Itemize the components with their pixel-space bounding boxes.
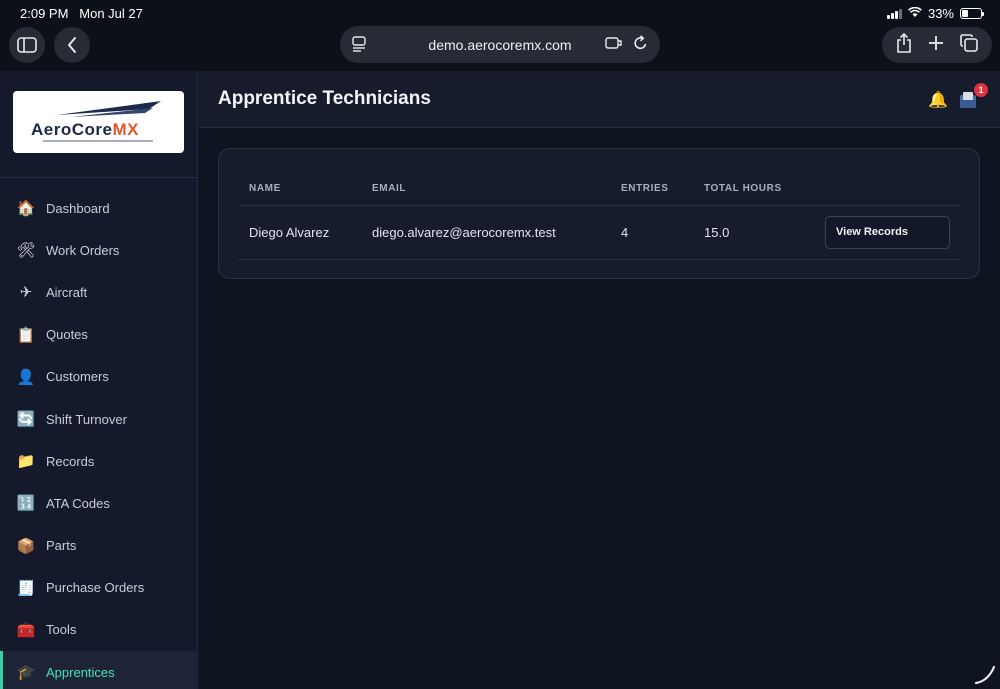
apprentices-table: NAME EMAIL ENTRIES TOTAL HOURS Diego Alv… [239, 173, 960, 260]
sidebar-item-customers[interactable]: 👤 Customers [0, 356, 198, 398]
cycle-icon: 🔄 [16, 411, 36, 429]
sidebar-item-work-orders[interactable]: 🛠 Work Orders [0, 229, 198, 271]
sidebar-item-label: Shift Turnover [46, 411, 127, 427]
sidebar-item-purchase-orders[interactable]: 🧾 Purchase Orders [0, 567, 198, 609]
clipboard-icon: 📋 [16, 326, 36, 344]
sidebar-item-label: Purchase Orders [46, 580, 145, 596]
page-title: Apprentice Technicians [218, 88, 431, 109]
sidebar-item-label: Records [46, 453, 95, 469]
toolbox-icon: 🧰 [16, 621, 36, 639]
svg-text:AeroCoreMX: AeroCoreMX [31, 120, 139, 139]
browser-actions [882, 27, 992, 63]
corner-resize-icon[interactable] [974, 663, 996, 685]
url-text: demo.aerocoremx.com [428, 36, 572, 53]
page-menu-icon[interactable] [352, 36, 366, 57]
main-content: NAME EMAIL ENTRIES TOTAL HOURS Diego Alv… [199, 128, 1000, 689]
numbers-icon: 🔢 [16, 495, 36, 513]
status-bar: 2:09 PM Mon Jul 27 33% [0, 0, 1000, 26]
sidebar-item-label: Parts [46, 538, 77, 554]
sidebar-item-apprentices[interactable]: 🎓 Apprentices [0, 651, 198, 689]
sidebar-item-aircraft[interactable]: ✈ Aircraft [0, 271, 198, 313]
browser-toolbar: demo.aerocoremx.com [0, 26, 1000, 71]
sidebar-item-tools[interactable]: 🧰 Tools [0, 609, 198, 651]
package-icon: 📦 [16, 537, 36, 555]
cell-name: Diego Alvarez [239, 205, 362, 260]
house-icon: 🏠 [16, 200, 36, 218]
sidebar-item-label: ATA Codes [46, 495, 110, 511]
sidebar-item-ata-codes[interactable]: 🔢 ATA Codes [0, 482, 198, 524]
extensions-icon[interactable] [605, 35, 623, 56]
cell-email: diego.alvarez@aerocoremx.test [362, 205, 611, 260]
tabs-icon[interactable] [960, 33, 978, 57]
cell-total-hours: 15.0 [694, 205, 815, 260]
share-icon[interactable] [896, 32, 912, 58]
sidebar-item-label: Quotes [46, 327, 88, 343]
person-icon: 👤 [16, 368, 36, 386]
view-records-button[interactable]: View Records [825, 215, 950, 249]
battery-icon [960, 8, 984, 19]
bell-icon[interactable]: 🔔 [928, 90, 948, 110]
receipt-icon: 🧾 [16, 579, 36, 597]
sidebar-divider [0, 177, 198, 178]
column-header-actions [815, 173, 960, 206]
back-button[interactable] [54, 27, 90, 63]
column-header-entries: ENTRIES [611, 173, 694, 206]
address-bar[interactable]: demo.aerocoremx.com [340, 26, 660, 63]
table-row: Diego Alvarez diego.alvarez@aerocoremx.t… [239, 205, 960, 260]
status-time: 2:09 PM Mon Jul 27 [20, 6, 143, 21]
signal-icon [886, 8, 902, 19]
column-header-email: EMAIL [362, 173, 611, 206]
back-icon [68, 37, 76, 53]
cell-entries: 4 [611, 205, 694, 260]
page-header: Apprentice Technicians 🔔 1 [199, 71, 1000, 128]
sidebar-toggle-button[interactable] [9, 27, 45, 63]
battery-percent: 33% [927, 6, 954, 21]
new-tab-icon[interactable] [928, 35, 944, 56]
sidebar-item-label: Dashboard [46, 200, 110, 216]
tools-icon: 🛠 [16, 242, 36, 260]
logo-text-primary: AeroCore [31, 120, 112, 139]
airplane-icon: ✈ [19, 284, 33, 302]
sidebar: AeroCoreMX 🏠 Dashboard 🛠 Work Orders ✈ A… [0, 71, 198, 689]
sidebar-item-label: Apprentices [46, 664, 115, 680]
status-right: 33% [886, 6, 984, 21]
apprentices-card: NAME EMAIL ENTRIES TOTAL HOURS Diego Alv… [218, 148, 980, 279]
sidebar-item-quotes[interactable]: 📋 Quotes [0, 314, 198, 356]
sidebar-item-label: Tools [46, 622, 77, 638]
sidebar-item-records[interactable]: 📁 Records [0, 440, 198, 482]
logo-text-accent: MX [112, 120, 139, 139]
sidebar-item-parts[interactable]: 📦 Parts [0, 525, 198, 567]
company-logo[interactable]: AeroCoreMX [13, 91, 184, 153]
sidebar-toggle-icon [17, 37, 37, 53]
sidebar-item-label: Aircraft [46, 284, 88, 300]
folder-icon: 📁 [16, 453, 36, 471]
table-header-row: NAME EMAIL ENTRIES TOTAL HOURS [239, 173, 960, 206]
sidebar-item-dashboard[interactable]: 🏠 Dashboard [0, 187, 198, 229]
sidebar-item-label: Customers [46, 369, 109, 385]
notification-badge: 1 [974, 83, 988, 97]
graduation-cap-icon: 🎓 [16, 664, 36, 682]
column-header-total-hours: TOTAL HOURS [694, 173, 815, 206]
sidebar-nav: 🏠 Dashboard 🛠 Work Orders ✈ Aircraft 📋 Q… [0, 187, 198, 689]
reload-icon[interactable] [633, 35, 648, 56]
sidebar-item-label: Work Orders [46, 242, 120, 258]
wifi-icon [908, 6, 922, 21]
sidebar-item-shift-turnover[interactable]: 🔄 Shift Turnover [0, 398, 198, 440]
column-header-name: NAME [239, 173, 362, 206]
cell-actions: View Records [815, 205, 960, 260]
